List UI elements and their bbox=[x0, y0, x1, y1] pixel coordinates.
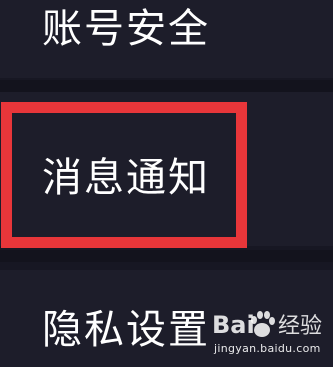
menu-item-label: 隐私设置 bbox=[42, 307, 210, 353]
menu-item-label: 消息通知 bbox=[42, 155, 210, 201]
settings-screen: 账号安全 消息通知 隐私设置 Bai 经验 jingyan.baidu.com bbox=[0, 0, 333, 367]
menu-item-message-notifications[interactable]: 消息通知 bbox=[0, 150, 333, 206]
menu-item-account-security[interactable]: 账号安全 bbox=[0, 4, 333, 54]
section-divider bbox=[0, 80, 333, 92]
menu-item-privacy-settings[interactable]: 隐私设置 bbox=[0, 302, 333, 358]
menu-item-label: 账号安全 bbox=[42, 6, 210, 52]
section-divider bbox=[0, 250, 333, 262]
